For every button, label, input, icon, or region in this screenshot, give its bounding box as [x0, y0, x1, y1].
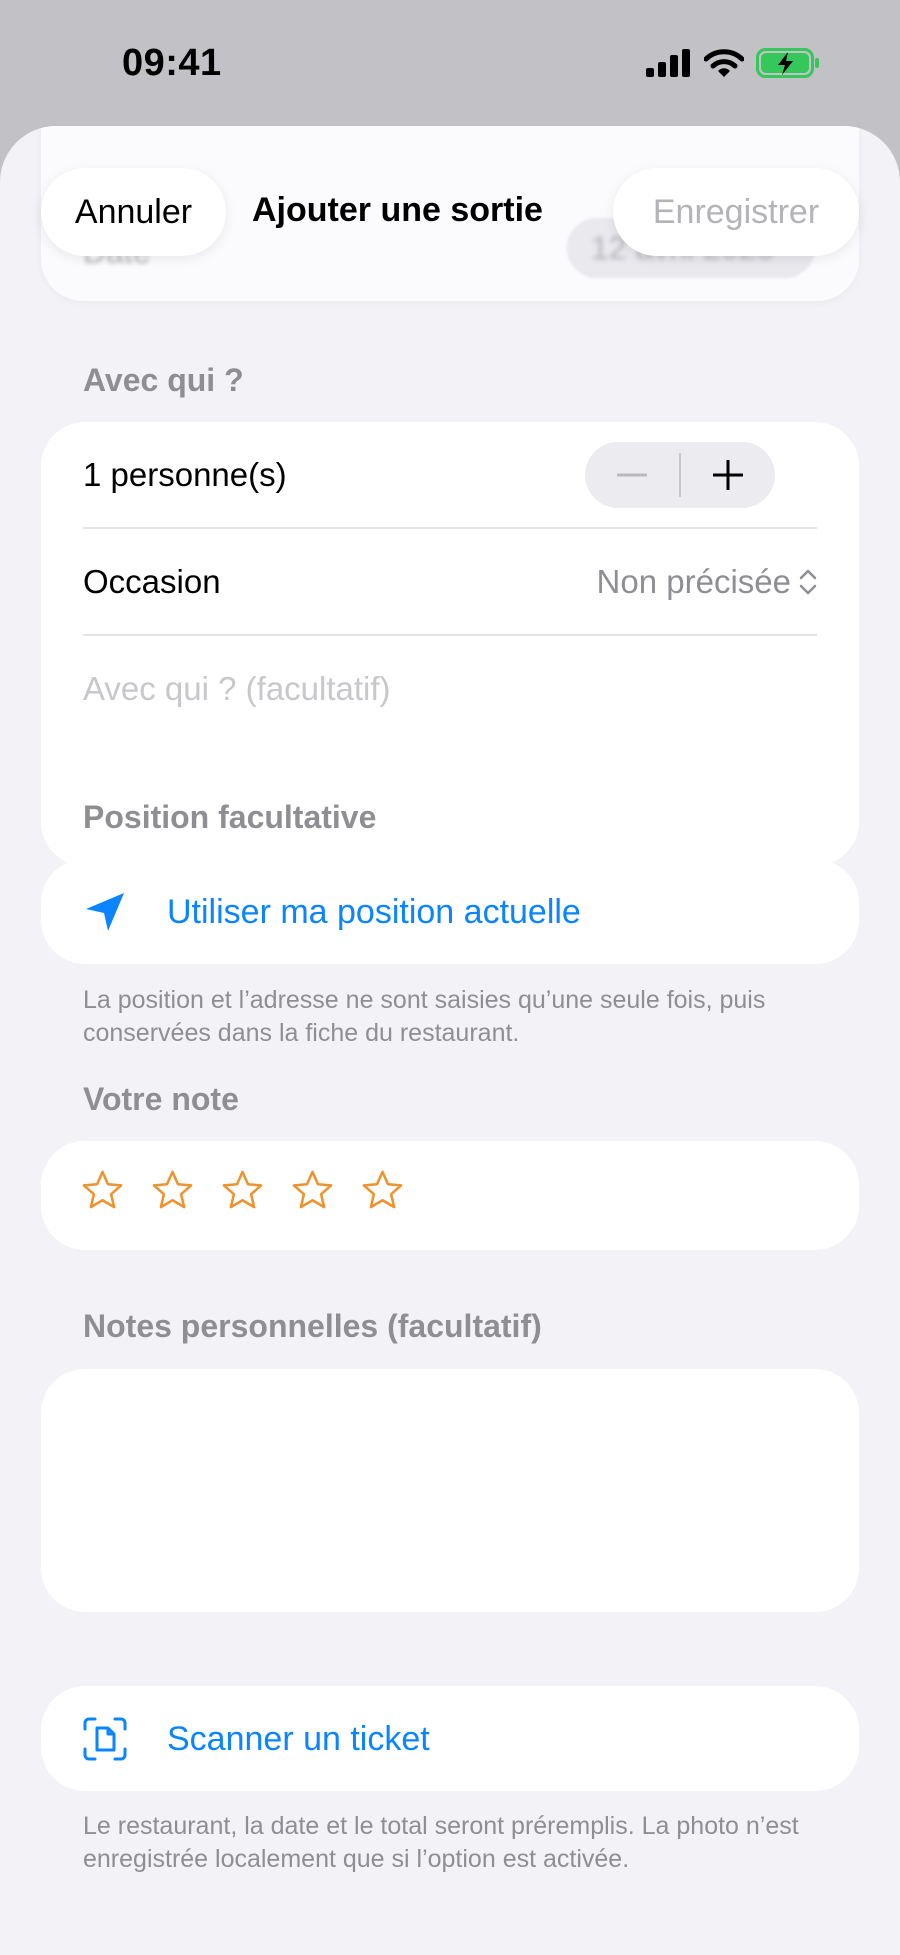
star-3-icon[interactable]	[221, 1169, 264, 1212]
document-scanner-icon	[83, 1717, 127, 1761]
occasion-row[interactable]: Occasion Non précisée	[83, 529, 817, 635]
location-header: Position facultative	[83, 799, 377, 835]
scan-ticket-label: Scanner un ticket	[167, 1719, 430, 1758]
plus-icon	[713, 460, 743, 490]
occasion-value: Non précisée	[596, 563, 791, 600]
decrement-button[interactable]	[585, 442, 679, 508]
with-whom-header: Avec qui ?	[83, 362, 244, 398]
occasion-picker[interactable]: Non précisée	[597, 563, 817, 601]
companions-placeholder: Avec qui ? (facultatif)	[83, 670, 391, 707]
star-5-icon[interactable]	[361, 1169, 404, 1212]
people-count-label: 1 personne(s)	[83, 456, 287, 493]
battery-charging-icon	[756, 48, 819, 78]
wifi-icon	[704, 49, 744, 77]
people-stepper	[585, 442, 775, 508]
status-time: 09:41	[122, 42, 222, 84]
increment-button[interactable]	[681, 442, 775, 508]
page-title: Ajouter une sortie	[252, 191, 543, 229]
occasion-label: Occasion	[83, 563, 221, 600]
use-location-label: Utiliser ma position actuelle	[167, 892, 581, 931]
star-2-icon[interactable]	[151, 1169, 194, 1212]
notes-header: Notes personnelles (facultatif)	[83, 1308, 542, 1344]
location-arrow-icon	[86, 893, 124, 931]
cellular-signal-icon	[646, 49, 690, 77]
cancel-button[interactable]: Annuler	[41, 168, 226, 256]
people-count-row: 1 personne(s)	[83, 422, 817, 528]
location-footnote: La position et l’adresse ne sont saisies…	[83, 986, 766, 1047]
star-1-icon[interactable]	[81, 1169, 124, 1212]
minus-icon	[617, 473, 647, 477]
chevron-up-down-icon	[799, 569, 817, 595]
star-4-icon[interactable]	[291, 1169, 334, 1212]
scan-footnote: Le restaurant, la date et le total seron…	[83, 1812, 799, 1873]
star-rating	[81, 1169, 404, 1212]
rating-header: Votre note	[83, 1081, 239, 1117]
save-button[interactable]: Enregistrer	[613, 168, 859, 256]
status-bar: 09:41	[0, 0, 900, 130]
use-location-button[interactable]: Utiliser ma position actuelle	[41, 859, 859, 964]
notes-textarea[interactable]	[41, 1369, 859, 1612]
scan-ticket-button[interactable]: Scanner un ticket	[41, 1686, 859, 1791]
companions-field[interactable]: Avec qui ? (facultatif)	[83, 636, 817, 742]
add-outing-sheet: Date 12 avril 2025 Annuler Ajouter une s…	[0, 126, 900, 1955]
rating-card	[41, 1141, 859, 1250]
